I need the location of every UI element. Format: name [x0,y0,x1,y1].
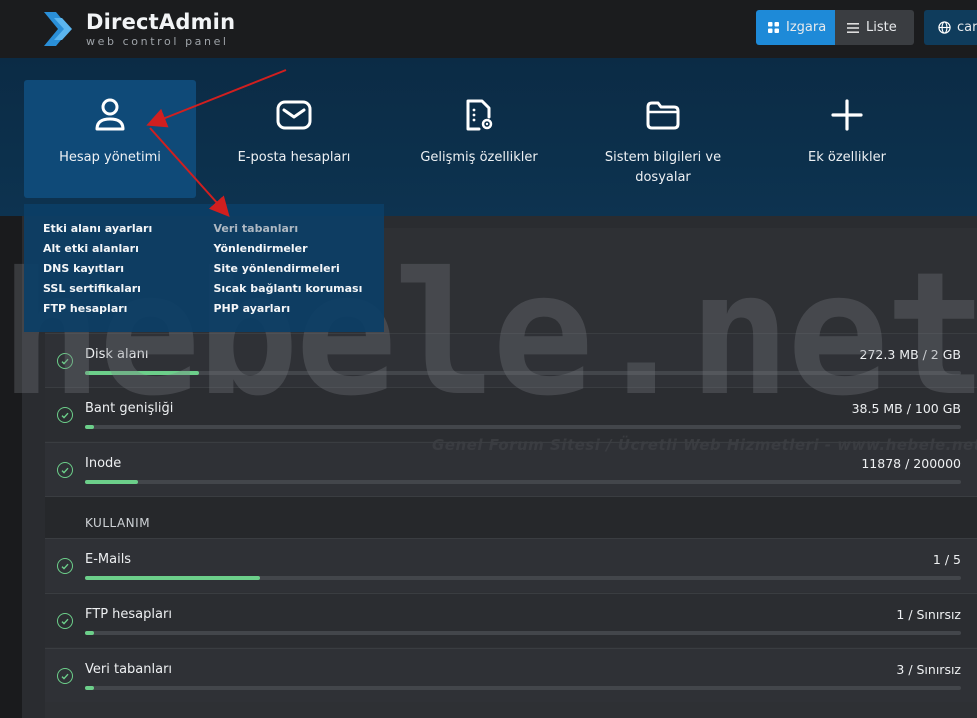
progress-track [85,371,961,375]
submenu-redirects[interactable]: Yönlendirmeler [214,240,385,260]
progress-track [85,480,961,484]
check-circle-icon [57,407,73,423]
usage-row-emails: E-Mails 1 / 5 [45,538,977,592]
progress-fill [85,631,94,635]
nav-label: Ek özellikler [808,150,886,165]
check-circle-icon [57,462,73,478]
resource-label: Disk alanı [85,347,149,362]
submenu-databases[interactable]: Veri tabanları [214,220,385,240]
usage-value: 1 / 5 [932,552,961,567]
submenu-site-redirects[interactable]: Site yönlendirmeleri [214,260,385,280]
usage-label: Veri tabanları [85,662,173,677]
submenu-ssl-certificates[interactable]: SSL sertifikaları [43,280,214,300]
progress-fill [85,480,138,484]
check-circle-icon [57,613,73,629]
logo[interactable]: DirectAdmin web control panel [42,10,235,48]
folder-icon [645,96,681,134]
globe-icon [938,21,951,34]
language-button[interactable]: car [924,10,977,45]
progress-track [85,576,961,580]
usage-row-databases: Veri tabanları 3 / Sınırsız [45,648,977,702]
submenu-dns-records[interactable]: DNS kayıtları [43,260,214,280]
progress-track [85,631,961,635]
app-subtitle: web control panel [86,34,229,48]
check-circle-icon [57,668,73,684]
usage-row-ftp: FTP hesapları 1 / Sınırsız [45,593,977,647]
submenu-hotlink-protection[interactable]: Sıcak bağlantı koruması [214,280,385,300]
submenu-php-settings[interactable]: PHP ayarları [214,300,385,320]
submenu-column-left: Etki alanı ayarları Alt etki alanları DN… [43,220,214,320]
nav-label: Gelişmiş özellikler [420,150,538,165]
resource-row-disk: Disk alanı 272.3 MB / 2 GB [45,333,977,387]
user-icon [94,96,126,134]
progress-fill [85,371,199,375]
grid-icon [768,22,779,33]
directadmin-logo-icon [44,12,72,46]
nav-email-accounts[interactable]: E-posta hesapları [214,80,374,198]
envelope-icon [276,96,312,134]
progress-track [85,686,961,690]
top-bar: DirectAdmin web control panel Izgara Lis… [0,0,977,58]
check-circle-icon [57,558,73,574]
list-icon [847,22,859,33]
submenu-column-right: Veri tabanları Yönlendirmeler Site yönle… [214,220,385,320]
list-view-label: Liste [866,20,897,35]
usage-value: 1 / Sınırsız [896,607,961,622]
progress-fill [85,425,94,429]
nav-label: Hesap yönetimi [59,150,161,165]
plus-icon [831,96,863,134]
main-menu: Hesap yönetimi E-posta hesapları Gelişmi… [0,58,977,216]
nav-label: E-posta hesapları [237,150,351,165]
app-title: DirectAdmin [86,9,236,34]
resource-row-bandwidth: Bant genişliği 38.5 MB / 100 GB [45,387,977,441]
grid-view-button[interactable]: Izgara [756,10,835,45]
check-circle-icon [57,353,73,369]
resource-value: 272.3 MB / 2 GB [859,347,961,362]
progress-fill [85,576,261,580]
submenu-ftp-accounts[interactable]: FTP hesapları [43,300,214,320]
usage-label: E-Mails [85,552,132,567]
submenu-domain-settings[interactable]: Etki alanı ayarları [43,220,214,240]
settings-file-icon [463,96,495,134]
language-label: car [957,20,977,35]
nav-account-management[interactable]: Hesap yönetimi [24,80,196,198]
resource-label: Bant genişliği [85,401,174,416]
grid-view-label: Izgara [786,20,827,35]
progress-fill [85,686,94,690]
resource-value: 38.5 MB / 100 GB [851,401,961,416]
nav-extra-features[interactable]: Ek özellikler [778,80,916,198]
nav-advanced-features[interactable]: Gelişmiş özellikler [404,80,554,198]
resource-value: 11878 / 200000 [861,456,961,471]
usage-value: 3 / Sınırsız [896,662,961,677]
resource-label: Inode [85,456,122,471]
usage-label: FTP hesapları [85,607,172,622]
resource-row-inode: Inode 11878 / 200000 [45,442,977,496]
view-toggle: Izgara Liste [756,10,914,45]
nav-system-info-files[interactable]: Sistem bilgileri ve dosyalar [588,80,738,198]
nav-label: Sistem bilgileri ve dosyalar [604,150,722,185]
list-view-button[interactable]: Liste [835,10,914,45]
submenu-subdomains[interactable]: Alt etki alanları [43,240,214,260]
progress-track [85,425,961,429]
account-management-submenu: Etki alanı ayarları Alt etki alanları DN… [24,204,384,332]
